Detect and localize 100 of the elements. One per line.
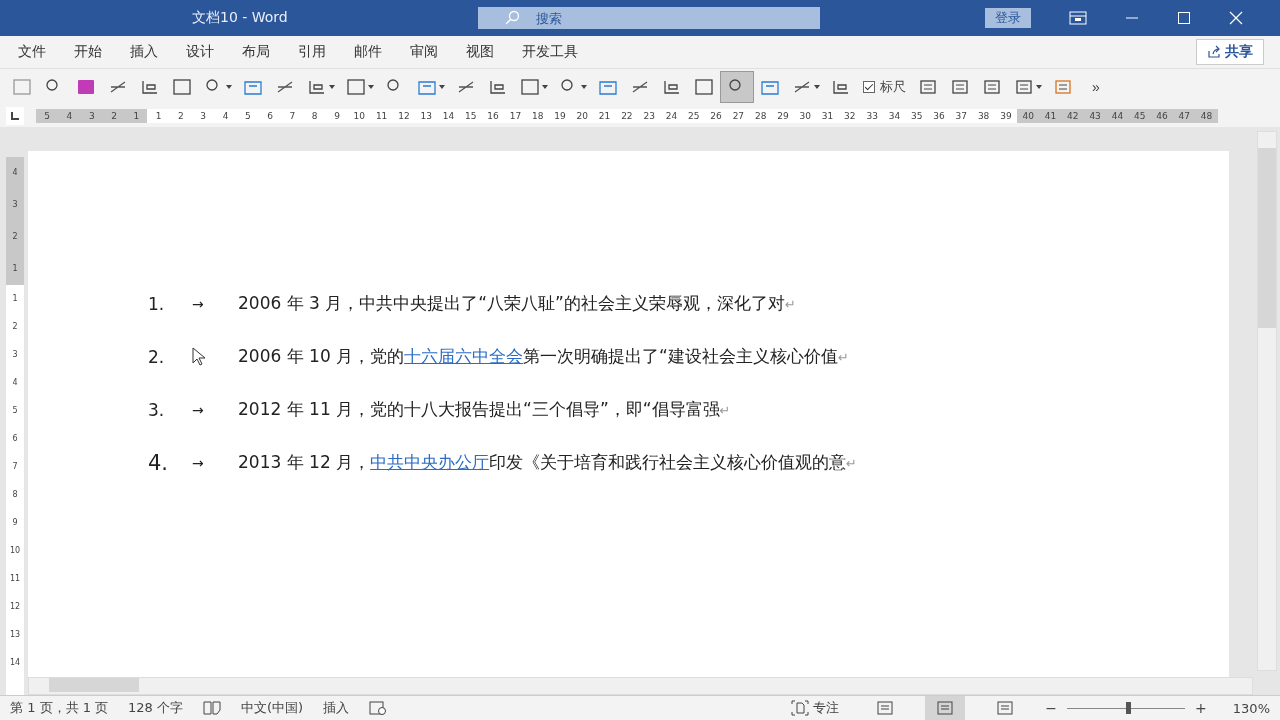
ruler-number: 17 [508, 110, 523, 123]
ruler-number: 37 [954, 110, 969, 123]
ruler-number: 45 [1132, 110, 1147, 123]
ruler-number: 23 [642, 110, 656, 123]
tab-selector[interactable] [6, 107, 24, 125]
ruler-number: 1 [12, 293, 18, 305]
caret-icon [581, 85, 587, 89]
caret-icon [368, 85, 374, 89]
ruler-number: 38 [976, 110, 991, 123]
vertical-scrollbar[interactable] [1257, 131, 1277, 671]
ruler-number: 19 [553, 110, 567, 123]
search-field[interactable]: 搜索 [478, 7, 820, 29]
print-layout-icon [936, 700, 955, 716]
print-layout-button[interactable] [925, 696, 966, 720]
ruler-number: 29 [776, 110, 790, 123]
ruler-number: 44 [1110, 110, 1125, 123]
ruler-number: 4 [12, 377, 18, 389]
ruler-number: 9 [333, 110, 341, 123]
ruler-number: 33 [865, 110, 879, 123]
ribbon-tab[interactable]: 文件 [4, 37, 60, 67]
ruler-number: 8 [310, 110, 319, 123]
ruler-number: 12 [9, 601, 21, 613]
proofing-book-icon[interactable] [203, 700, 222, 716]
ribbon-tab[interactable]: 布局 [228, 37, 284, 67]
zoom-in-button[interactable]: + [1195, 700, 1207, 716]
ruler-number: 47 [1177, 110, 1191, 123]
ruler-number: 31 [820, 110, 835, 123]
tab-mark: → [192, 401, 205, 418]
ruler-number: 48 [1199, 110, 1214, 123]
ruler-number: 4 [65, 110, 74, 123]
maximize-icon[interactable] [1177, 11, 1191, 25]
login-button[interactable]: 登录 [985, 8, 1031, 28]
ruler-number: 5 [12, 405, 18, 417]
ruler-number: 5 [43, 110, 51, 123]
ruler-number: 15 [464, 110, 478, 123]
ruler-number: 1 [154, 110, 163, 123]
ribbon-tab[interactable]: 引用 [284, 37, 340, 67]
ruler-number: 32 [843, 110, 857, 123]
caret-icon [1036, 85, 1042, 89]
ribbon-display-icon[interactable] [1069, 11, 1087, 25]
caret-icon [226, 85, 232, 89]
ruler-number: 10 [352, 110, 367, 123]
ruler-number: 9 [12, 517, 18, 529]
ribbon-tab[interactable]: 开发工具 [508, 37, 592, 67]
ruler-number: 7 [288, 110, 297, 123]
ruler-number: 2 [177, 110, 185, 123]
ruler-number: 7 [12, 461, 18, 473]
ruler-number: 5 [243, 110, 252, 123]
horizontal-scrollbar[interactable] [28, 677, 1253, 695]
ruler-number: 3 [12, 199, 18, 211]
ruler-number: 42 [1066, 110, 1080, 123]
hyperlink[interactable]: 十六届六中全会 [404, 346, 524, 366]
ribbon-tab[interactable]: 插入 [116, 37, 172, 67]
hyperlink[interactable]: 中共中央办公厅 [370, 452, 490, 472]
focus-icon [791, 700, 810, 716]
ruler-checkbox[interactable]: 标尺 [863, 78, 906, 96]
zoom-out-button[interactable]: − [1045, 700, 1058, 716]
ribbon-tab[interactable]: 审阅 [396, 37, 452, 67]
close-icon[interactable] [1229, 11, 1243, 25]
ruler-number: 20 [575, 110, 589, 123]
word-count[interactable]: 128 个字 [128, 699, 184, 717]
ruler-number: 11 [374, 110, 389, 123]
ruler-number: 28 [753, 110, 768, 123]
ruler-number: 25 [687, 110, 701, 123]
tab-mark: → [192, 295, 205, 312]
share-button[interactable]: 共享 [1196, 39, 1264, 65]
insert-mode[interactable]: 插入 [323, 699, 350, 717]
ruler-number: 3 [199, 110, 208, 123]
caret-icon [329, 85, 335, 89]
ruler-number: 35 [910, 110, 924, 123]
ruler-number: 10 [9, 545, 21, 557]
ruler-number: 13 [419, 110, 433, 123]
macro-record-icon[interactable] [369, 700, 388, 716]
ruler-number: 4 [221, 110, 230, 123]
ruler-number: 41 [1043, 110, 1058, 123]
ruler-number: 46 [1155, 110, 1169, 123]
more-button[interactable]: » [1087, 71, 1105, 103]
ruler-number: 3 [87, 110, 96, 123]
ribbon-tab[interactable]: 开始 [60, 37, 116, 67]
ribbon-tab[interactable]: 视图 [452, 37, 508, 67]
ruler-number: 43 [1088, 110, 1102, 123]
ruler-number: 13 [9, 629, 21, 641]
ribbon-tab[interactable]: 邮件 [340, 37, 396, 67]
tab-mark: → [192, 454, 205, 471]
list-paragraph: 2006 年 3 月，中共中央提出了“八荣八耻”的社会主义荣辱观，深化了对↵ [238, 292, 796, 315]
window-title: 文档10 - Word [192, 9, 289, 27]
list-number: 1. [148, 293, 166, 314]
ruler-number: 21 [597, 110, 612, 123]
ruler-number: 40 [1021, 110, 1035, 123]
page-count[interactable]: 第 1 页，共 1 页 [10, 699, 109, 717]
zoom-level[interactable]: 130% [1232, 700, 1270, 716]
caret-icon [439, 85, 445, 89]
list-number: 2. [148, 346, 166, 367]
language-indicator[interactable]: 中文(中国) [241, 699, 304, 717]
ruler-number: 2 [12, 231, 18, 243]
ribbon-tab[interactable]: 设计 [172, 37, 228, 67]
caret-icon [542, 85, 548, 89]
focus-button[interactable]: 专注 [785, 698, 846, 718]
ruler-number: 24 [664, 110, 679, 123]
ruler-number: 1 [132, 110, 141, 123]
